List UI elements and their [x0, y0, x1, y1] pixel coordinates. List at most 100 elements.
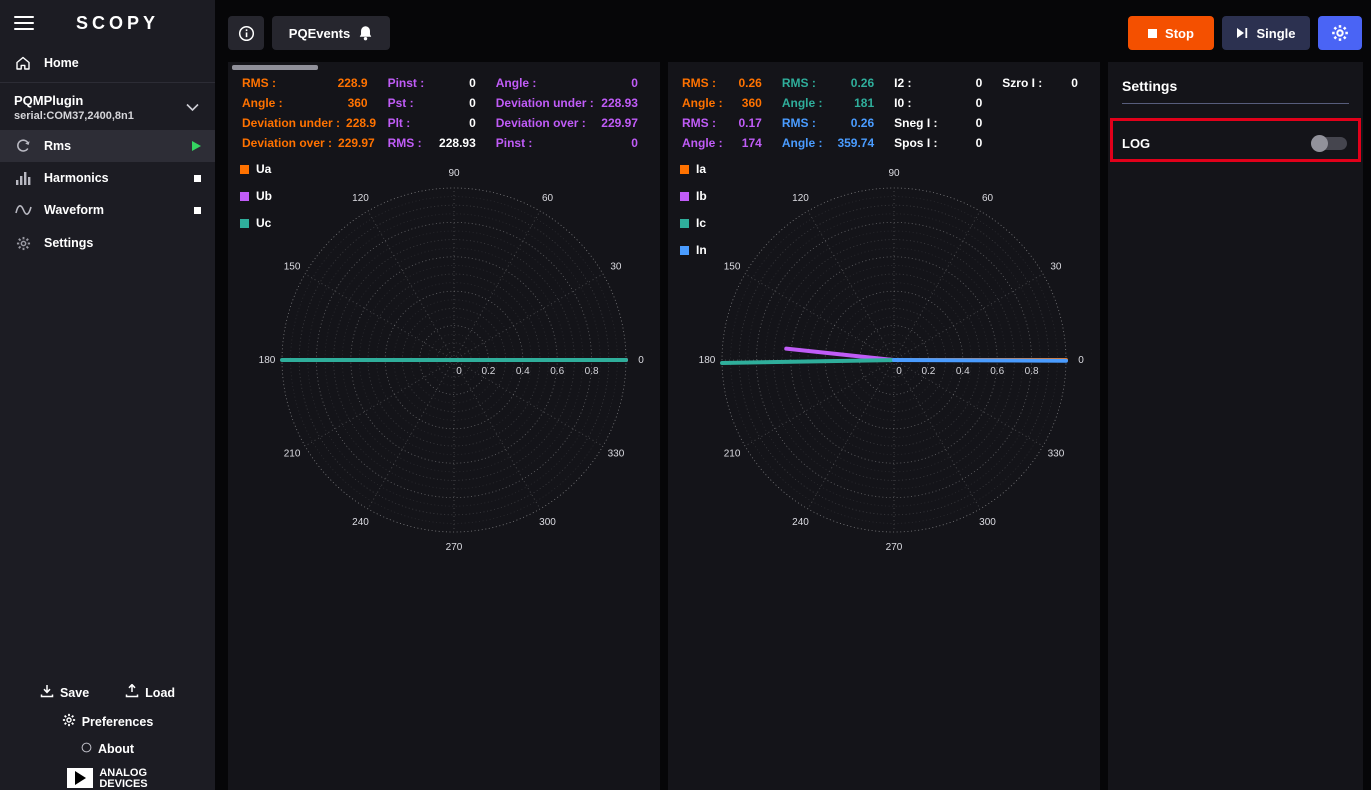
stat-value: 360	[742, 96, 762, 110]
stat-label: Deviation over :	[496, 116, 586, 130]
stat-label: I0 :	[894, 96, 911, 110]
stat-cell	[996, 113, 1092, 133]
waveform-icon	[14, 201, 32, 219]
angle-tick-label: 30	[1050, 262, 1062, 273]
current-panel: RMS :0.26RMS :0.26I2 :0Szro I :0Angle :3…	[668, 62, 1100, 790]
scroll-indicator[interactable]	[232, 65, 318, 70]
legend-item-in[interactable]: In	[680, 243, 707, 257]
legend-item-ib[interactable]: Ib	[680, 189, 707, 203]
angle-tick-label: 60	[982, 193, 994, 204]
info-button[interactable]	[228, 16, 264, 50]
hamburger-menu-icon[interactable]	[14, 16, 34, 30]
stat-value: 0.26	[738, 76, 761, 90]
ic-phasor	[722, 360, 894, 363]
panel-settings-button[interactable]	[1318, 16, 1362, 50]
radial-tick-label: 0.4	[516, 366, 530, 377]
sidebar-item-harmonics[interactable]: Harmonics	[0, 162, 215, 194]
angle-tick-label: 240	[792, 517, 809, 528]
legend-swatch	[240, 192, 249, 201]
sidebar-header: SCOPY	[0, 0, 215, 46]
sidebar-item-home[interactable]: Home	[0, 46, 215, 80]
gear-icon	[62, 713, 76, 730]
radial-tick-label: 0.8	[1025, 366, 1039, 377]
legend-item-uc[interactable]: Uc	[240, 216, 272, 230]
stat-label: RMS :	[682, 116, 716, 130]
angle-tick-label: 210	[724, 449, 741, 460]
sidebar-item-rms[interactable]: Rms	[0, 130, 215, 162]
legend-item-ic[interactable]: Ic	[680, 216, 707, 230]
stat-value: 0	[976, 136, 983, 150]
stat-cell: RMS :0.26	[776, 113, 888, 133]
stat-cell: Angle :174	[676, 133, 776, 153]
stat-cell	[996, 133, 1092, 153]
legend-item-ia[interactable]: Ia	[680, 162, 707, 176]
stat-cell: RMS :0.26	[776, 73, 888, 93]
radial-tick-label: 0.4	[956, 366, 970, 377]
info-icon	[81, 742, 92, 756]
log-setting-row: LOG	[1122, 128, 1347, 158]
stat-label: Plt :	[388, 116, 411, 130]
stat-value: 0	[469, 76, 476, 90]
toggle-knob[interactable]	[1311, 135, 1328, 152]
angle-tick-label: 60	[542, 193, 554, 204]
radial-tick-label: 0	[456, 366, 462, 377]
stat-value: 0.17	[738, 116, 761, 130]
voltage-panel: RMS :228.9Pinst :0Angle :0Angle :360Pst …	[228, 62, 660, 790]
sidebar-item-label: Home	[44, 56, 79, 70]
radial-tick-label: 0.6	[990, 366, 1004, 377]
voltage-stats: RMS :228.9Pinst :0Angle :0Angle :360Pst …	[236, 73, 652, 153]
stat-value: 228.9	[338, 76, 368, 90]
about-button[interactable]: About	[0, 736, 215, 762]
preferences-label: Preferences	[82, 715, 154, 729]
angle-tick-label: 240	[352, 517, 369, 528]
angle-tick-label: 180	[699, 355, 716, 366]
single-button[interactable]: Single	[1222, 16, 1310, 50]
stopped-indicator-icon[interactable]	[194, 207, 201, 214]
legend-label: Ua	[256, 162, 271, 176]
angle-tick-label: 90	[448, 168, 460, 179]
plugin-text: PQMPlugin serial:COM37,2400,8n1	[14, 93, 183, 122]
legend-swatch	[680, 165, 689, 174]
chevron-down-icon[interactable]	[183, 99, 201, 117]
stat-value: 0.26	[851, 76, 874, 90]
preferences-button[interactable]: Preferences	[0, 707, 215, 736]
running-indicator-icon[interactable]	[192, 141, 201, 151]
app-window: SCOPY Home PQMPlugin serial:COM37,2400,8…	[0, 0, 1371, 790]
load-button[interactable]: Load	[125, 684, 175, 701]
stat-cell: I0 :0	[888, 93, 996, 113]
legend-item-ub[interactable]: Ub	[240, 189, 272, 203]
sidebar-item-label: Rms	[44, 139, 71, 153]
sidebar-item-settings[interactable]: Settings	[0, 226, 215, 260]
pqevents-button[interactable]: PQEvents	[272, 16, 390, 50]
stat-label: Angle :	[242, 96, 283, 110]
legend-label: Uc	[256, 216, 271, 230]
angle-tick-label: 330	[608, 449, 625, 460]
stat-value: 359.74	[837, 136, 874, 150]
save-button[interactable]: Save	[40, 684, 89, 701]
sidebar-item-waveform[interactable]: Waveform	[0, 194, 215, 226]
settings-panel: Settings LOG	[1108, 62, 1363, 790]
save-icon	[40, 684, 54, 701]
harmonics-icon	[14, 169, 32, 187]
divider	[0, 82, 215, 83]
sidebar-item-pqmplugin[interactable]: PQMPlugin serial:COM37,2400,8n1	[0, 85, 215, 130]
stat-cell: Deviation over :229.97	[236, 133, 382, 153]
sidebar: SCOPY Home PQMPlugin serial:COM37,2400,8…	[0, 0, 215, 790]
stopped-indicator-icon[interactable]	[194, 175, 201, 182]
angle-tick-label: 300	[539, 517, 556, 528]
legend-label: Ib	[696, 189, 707, 203]
stat-value: 228.93	[439, 136, 476, 150]
stat-label: Sneg I :	[894, 116, 937, 130]
settings-panel-title: Settings	[1122, 78, 1177, 94]
single-run-icon	[1236, 27, 1248, 39]
log-toggle[interactable]	[1311, 137, 1347, 150]
legend-swatch	[680, 246, 689, 255]
legend-label: In	[696, 243, 707, 257]
legend-item-ua[interactable]: Ua	[240, 162, 272, 176]
stat-cell: Szro I :0	[996, 73, 1092, 93]
sidebar-item-label: Waveform	[44, 203, 104, 217]
stat-cell: Spos I :0	[888, 133, 996, 153]
stat-cell: I2 :0	[888, 73, 996, 93]
stop-button[interactable]: Stop	[1128, 16, 1214, 50]
stat-value: 0.26	[851, 116, 874, 130]
